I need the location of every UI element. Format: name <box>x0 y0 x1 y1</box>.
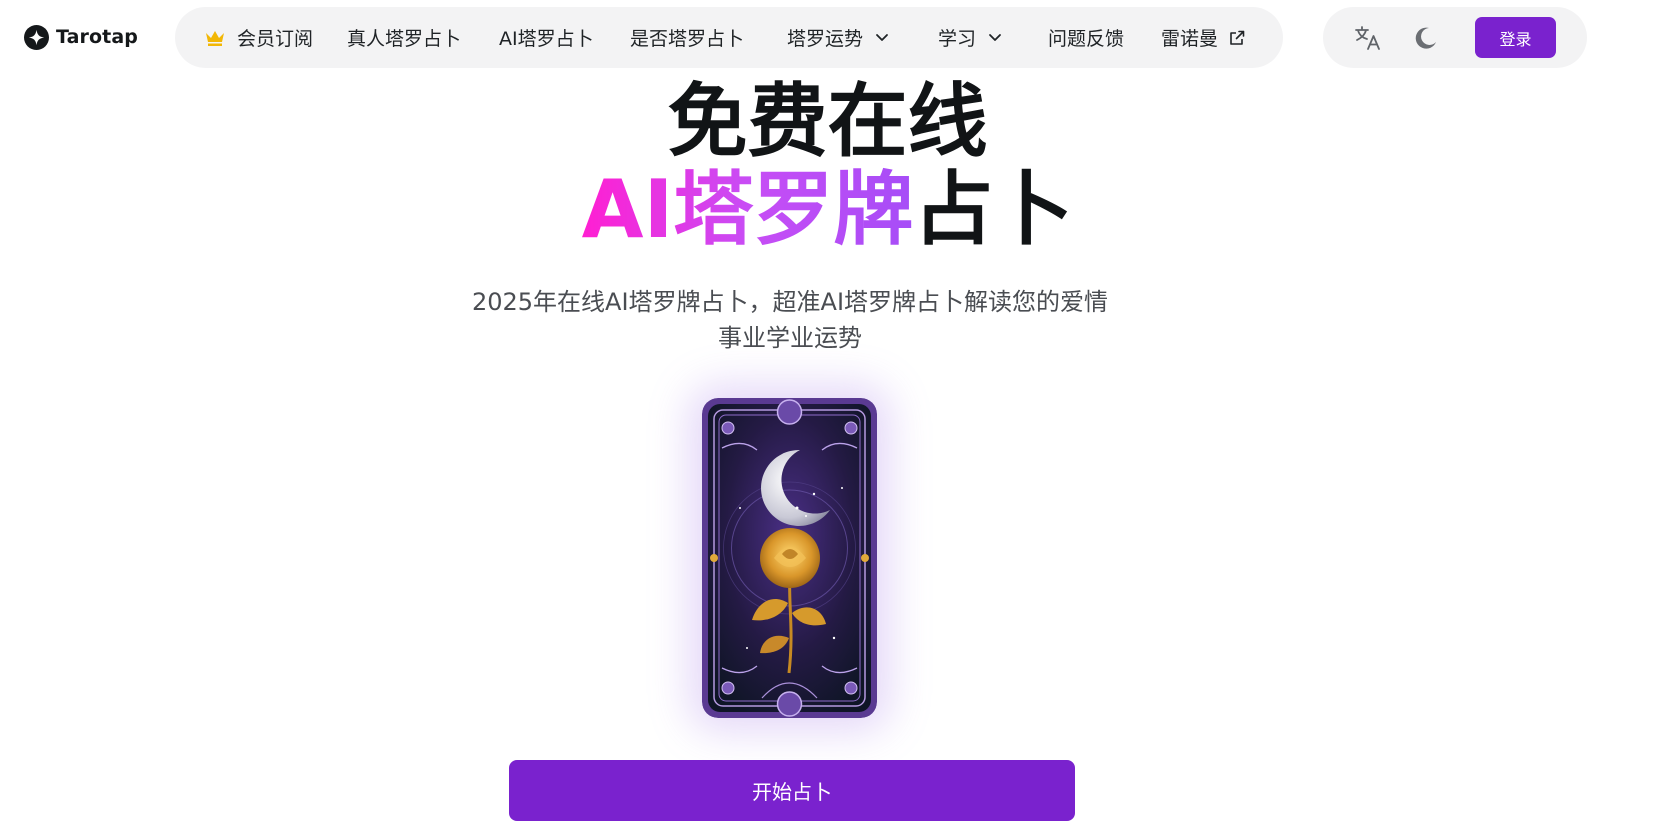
nav-item-label: 是否塔罗占卜 <box>630 28 745 50</box>
chevron-down-icon <box>875 33 889 42</box>
nav-item-label: 雷诺曼 <box>1161 28 1219 50</box>
crown-icon <box>204 29 226 47</box>
nav-item-tarot-horoscope[interactable]: 塔罗运势 <box>787 7 889 68</box>
nav-item-feedback[interactable]: 问题反馈 <box>1048 7 1124 68</box>
nav-item-label: AI塔罗占卜 <box>499 28 594 50</box>
hero-title-line1: 免费在线 <box>667 75 988 168</box>
login-button[interactable]: 登录 <box>1475 17 1556 58</box>
nav-item-ai-tarot[interactable]: AI塔罗占卜 <box>499 7 594 68</box>
nav-item-human-tarot[interactable]: 真人塔罗占卜 <box>347 7 461 68</box>
hero-title-rest: 占卜 <box>913 163 1074 256</box>
external-link-icon <box>1228 29 1246 47</box>
toolbar: 登录 <box>1323 7 1587 68</box>
brand-name: Tarotap <box>56 26 138 48</box>
chevron-down-icon <box>988 33 1002 42</box>
sparkle-icon <box>24 24 49 50</box>
start-reading-button[interactable]: 开始占卜 <box>509 760 1075 821</box>
nav-item-label: 问题反馈 <box>1048 28 1125 50</box>
brand-logo[interactable]: Tarotap <box>24 22 138 52</box>
nav-item-learn[interactable]: 学习 <box>938 7 1002 68</box>
nav-item-yes-no-tarot[interactable]: 是否塔罗占卜 <box>630 7 744 68</box>
hero-subtitle: 2025年在线AI塔罗牌占卜，超准AI塔罗牌占卜解读您的爱情事业学业运势 <box>471 288 1109 352</box>
nav-item-label: 真人塔罗占卜 <box>347 28 462 50</box>
nav-item-label: 学习 <box>938 28 977 50</box>
main-nav: 会员订阅 真人塔罗占卜 AI塔罗占卜 是否塔罗占卜 塔罗运势 学习 问题反馈 雷… <box>175 7 1283 68</box>
tarot-card-image <box>702 398 877 718</box>
hero-title-line2: AI塔罗牌占卜 <box>0 170 1655 250</box>
nav-item-lenormand[interactable]: 雷诺曼 <box>1161 7 1246 68</box>
nav-item-membership[interactable]: 会员订阅 <box>204 7 313 68</box>
translate-icon[interactable] <box>1353 23 1383 53</box>
nav-item-label: 塔罗运势 <box>787 28 864 50</box>
nav-item-label: 会员订阅 <box>237 28 314 50</box>
hero-title-highlight: AI塔罗牌 <box>581 163 914 256</box>
moon-icon[interactable] <box>1411 23 1441 53</box>
